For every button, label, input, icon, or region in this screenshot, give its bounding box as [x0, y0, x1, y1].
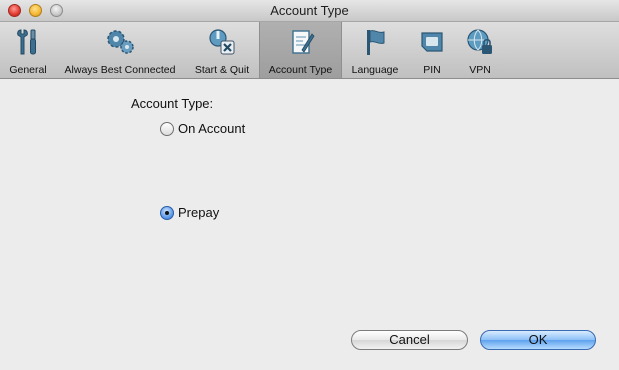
toolbar-item-language[interactable]: Language	[346, 22, 404, 78]
radio-label-on-account: On Account	[178, 121, 246, 136]
window-title: Account Type	[270, 3, 349, 18]
radio-button-on-account[interactable]	[160, 121, 174, 136]
toolbar-item-label: General	[9, 64, 47, 76]
toolbar-item-always-best-connected[interactable]: Always Best Connected	[58, 22, 182, 78]
toolbar-item-label: Start & Quit	[194, 64, 250, 76]
radio-label-prepay: Prepay	[178, 205, 220, 220]
radio-on-account[interactable]: On Account	[160, 121, 245, 136]
account-type-label: Account Type:	[131, 96, 214, 111]
toolbar-item-account-type[interactable]: Account Type	[259, 22, 342, 78]
preferences-window: Account Type General Always Best Connect…	[0, 0, 619, 370]
toolbar-item-vpn[interactable]: VPN	[458, 22, 502, 78]
sim-card-icon	[421, 32, 443, 52]
toolbar-item-label: VPN	[469, 64, 491, 76]
radio-prepay[interactable]: Prepay	[160, 205, 219, 220]
toolbar-item-label: Language	[351, 64, 399, 76]
globe-lock-icon	[467, 29, 492, 54]
start-quit-icon	[209, 29, 235, 55]
toolbar-item-pin[interactable]: PIN	[410, 22, 454, 78]
toolbar-item-start-quit[interactable]: Start & Quit	[186, 22, 258, 78]
account-type-icon	[291, 30, 315, 54]
radio-button-prepay[interactable]	[160, 205, 174, 220]
gears-icon	[107, 30, 134, 54]
toolbar-item-label: PIN	[423, 64, 441, 76]
flag-icon	[367, 30, 385, 55]
preferences-toolbar: General Always Best Connected Start & Qu…	[0, 22, 619, 79]
toolbar-item-general[interactable]: General	[0, 22, 56, 78]
toolbar-item-label: Account Type	[268, 64, 333, 76]
ok-button[interactable]: OK	[480, 330, 596, 350]
tools-icon	[17, 29, 36, 55]
toolbar-item-label: Always Best Connected	[64, 64, 176, 76]
cancel-button[interactable]: Cancel	[351, 330, 468, 350]
title-bar: Account Type	[0, 0, 619, 22]
